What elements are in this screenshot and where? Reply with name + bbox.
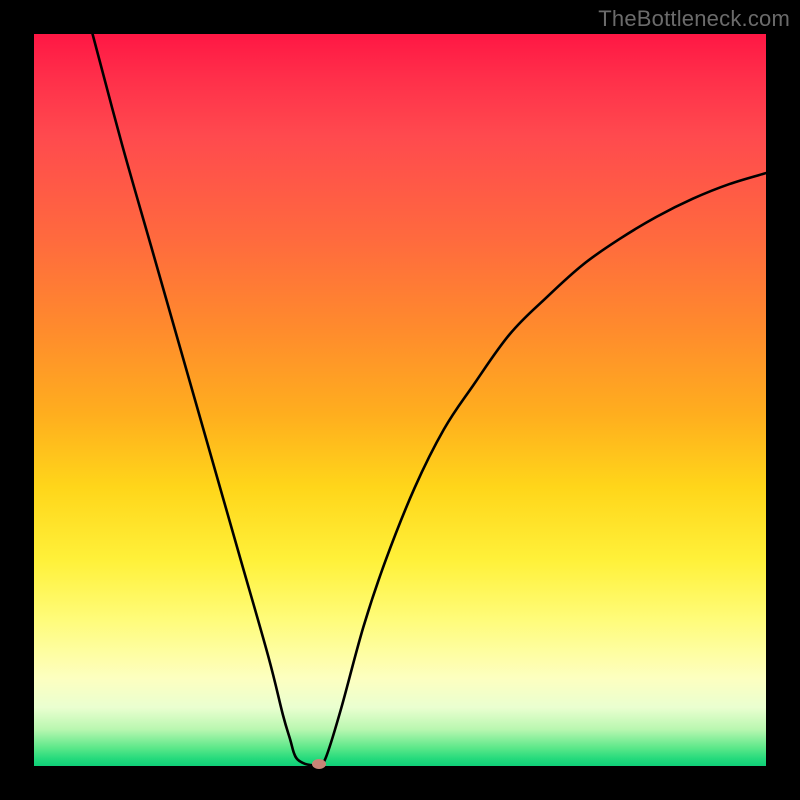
watermark-text: TheBottleneck.com bbox=[598, 6, 790, 32]
chart-frame: TheBottleneck.com bbox=[0, 0, 800, 800]
marker-dot bbox=[312, 759, 326, 769]
plot-area bbox=[34, 34, 766, 766]
bottleneck-curve bbox=[34, 34, 766, 766]
